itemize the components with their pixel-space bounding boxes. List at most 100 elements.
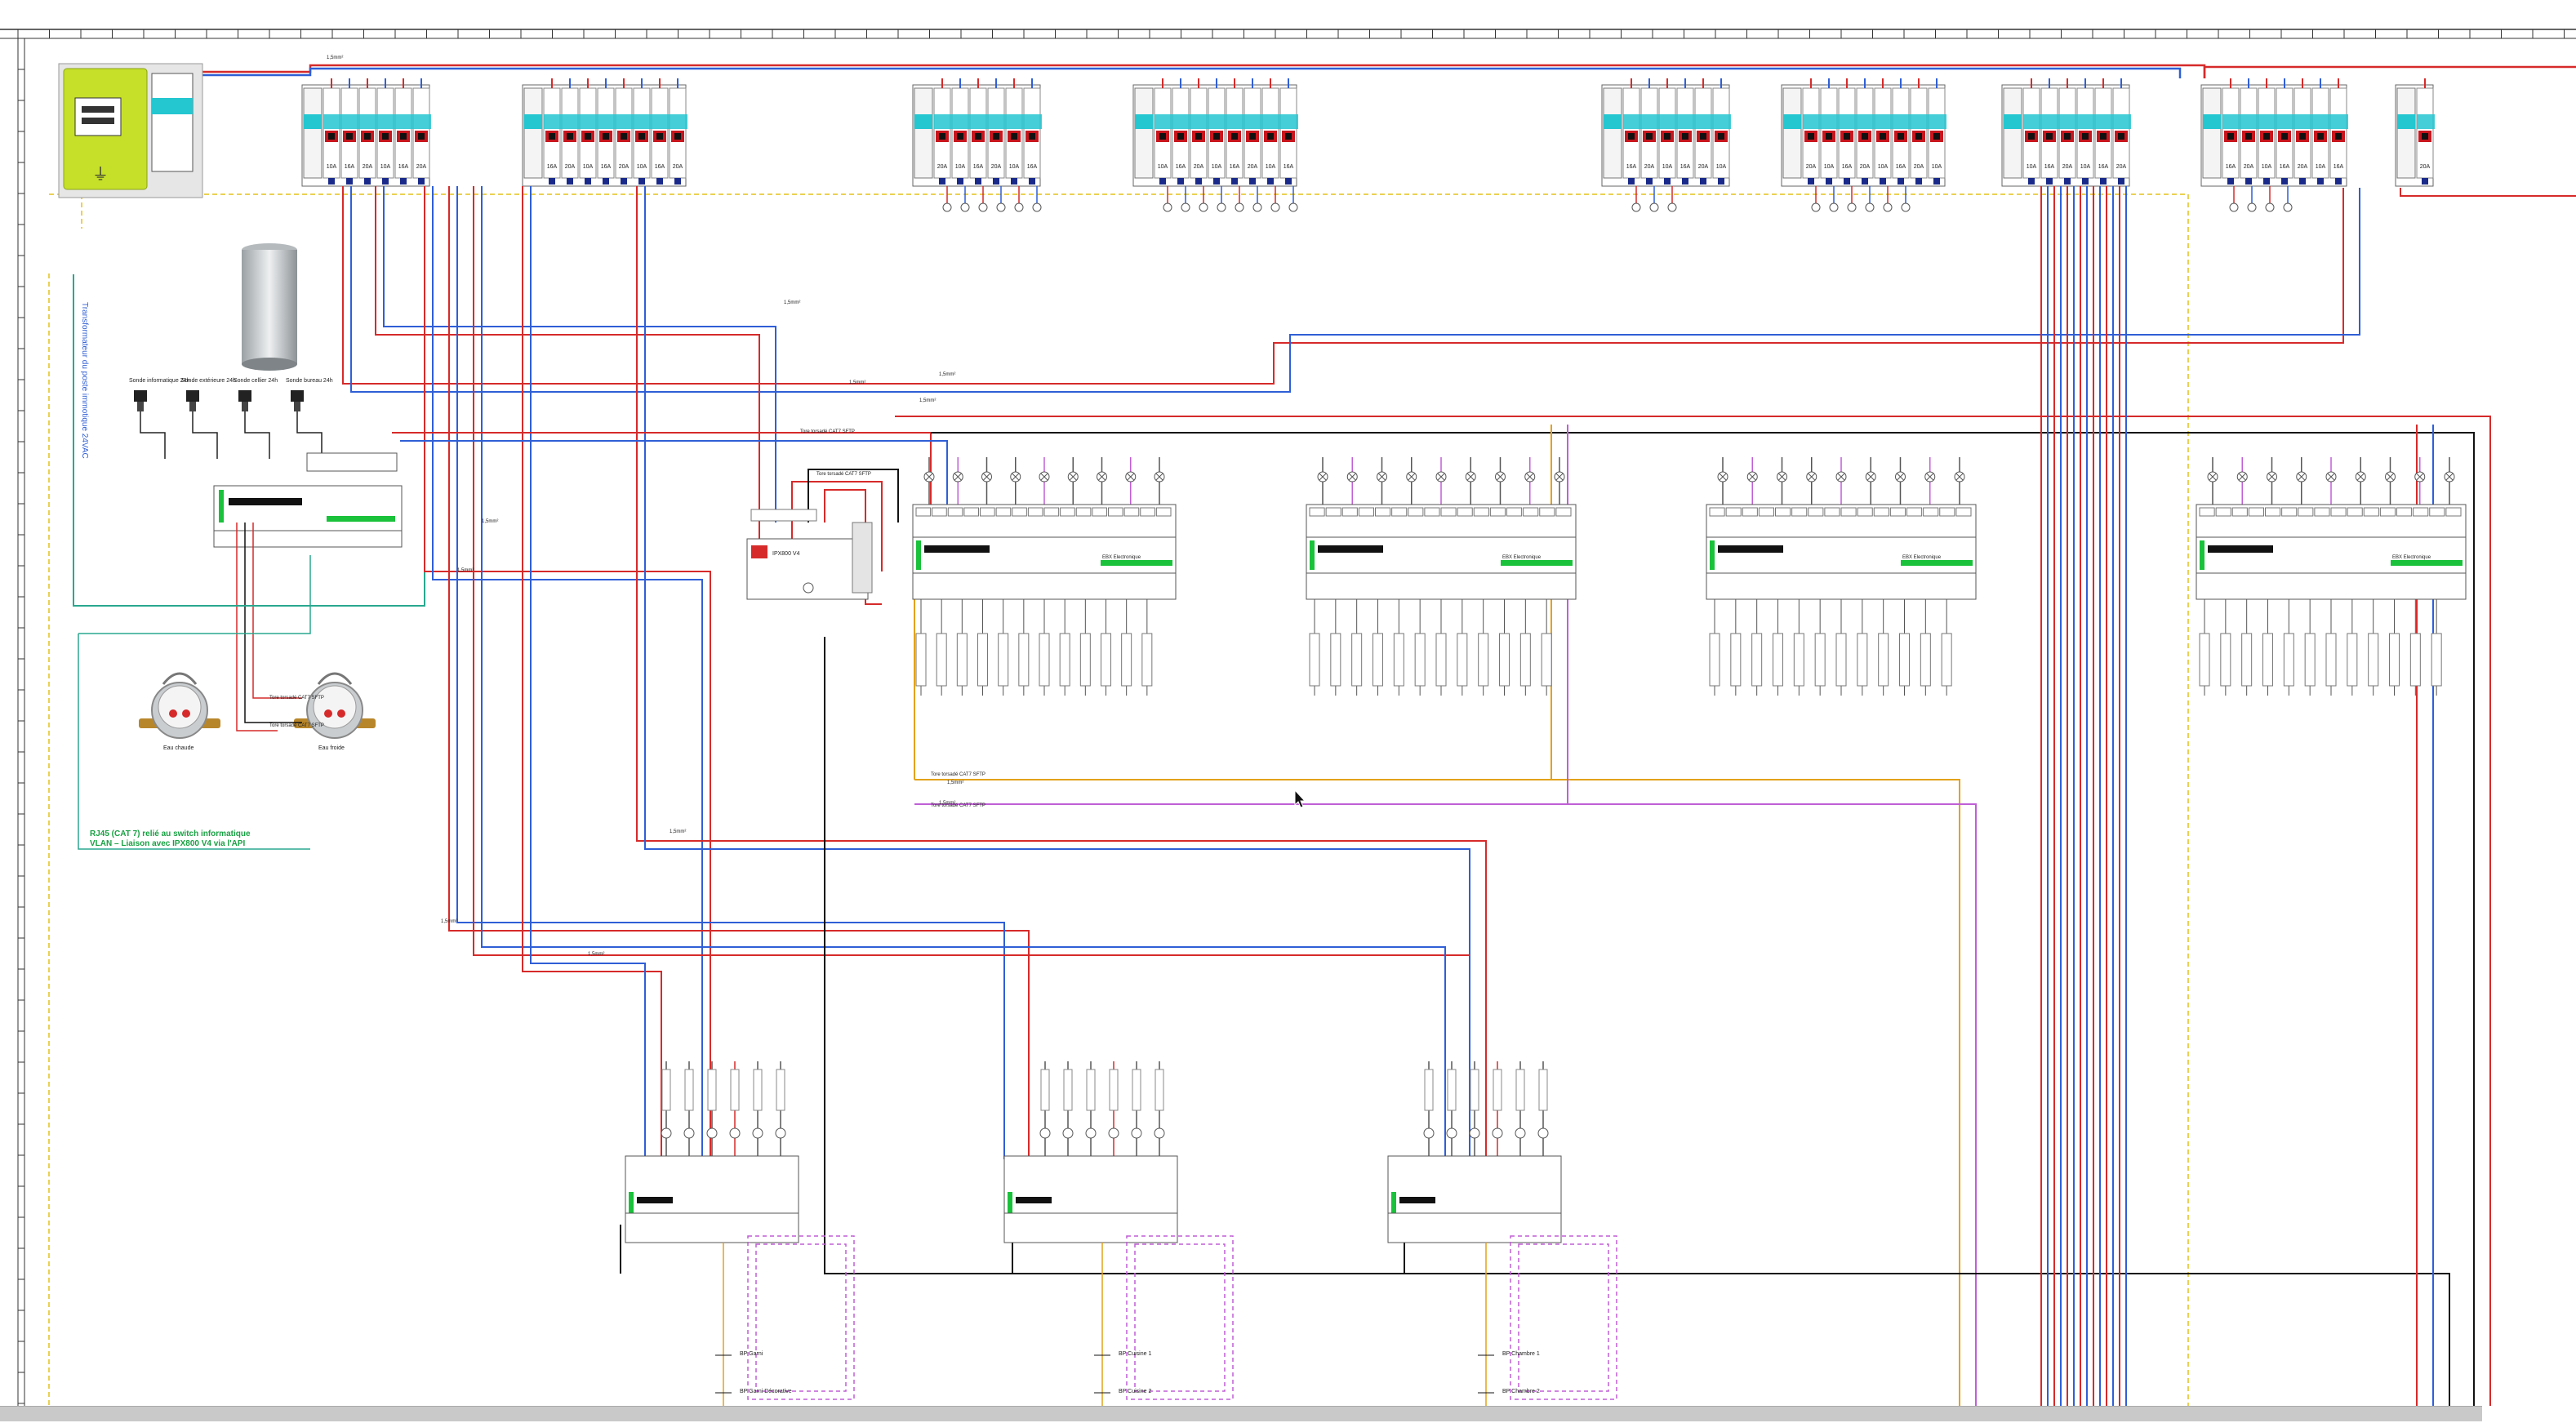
breaker-terminal — [638, 178, 645, 185]
terminal — [980, 507, 995, 517]
terminal — [1955, 507, 1972, 517]
display — [1399, 1197, 1435, 1203]
output-label — [2347, 633, 2358, 687]
label-strip — [1493, 1069, 1502, 1111]
breaker-handle — [1011, 133, 1017, 140]
output-label — [2283, 633, 2294, 687]
load-symbol — [1199, 202, 1208, 212]
breaker-rating: 16A — [973, 164, 984, 170]
room-label: BP Chambre 2 — [1502, 1389, 1540, 1394]
breaker-rating: 16A — [1230, 164, 1240, 170]
output-label — [1309, 633, 1320, 687]
breaker-terminal — [1285, 178, 1292, 185]
terminal — [1424, 507, 1440, 517]
breaker-handle — [1718, 133, 1724, 140]
breaker-handle — [382, 133, 389, 140]
output-label — [1793, 633, 1804, 687]
wire-label: 1,5mm² — [849, 380, 865, 385]
breaker-terminal — [1700, 178, 1706, 185]
terminal — [1506, 507, 1523, 517]
breaker-handle — [2422, 133, 2428, 140]
label-strip — [1538, 1069, 1548, 1111]
ipx800-terminals — [750, 509, 817, 522]
label-strip — [1040, 1069, 1050, 1111]
breaker-handle — [567, 133, 573, 140]
output-label — [2262, 633, 2273, 687]
meter-gauge — [324, 709, 332, 718]
terminal — [1092, 507, 1107, 517]
output-label — [1920, 633, 1931, 687]
breaker-rating: 10A — [2080, 164, 2091, 170]
horizontal-scrollbar[interactable] — [0, 1406, 2482, 1421]
wiring-diagram[interactable]: ⏚ 10A 16A 20A 10A 16A 20A 16A 20A 10A 16A 20A 10A 16… — [0, 0, 2576, 1406]
terminal — [2363, 507, 2379, 517]
schematic-sheet[interactable]: ⏚ 10A 16A 20A 10A 16A 20A 16A 20A 10A 16A 20A 10A 16… — [0, 0, 2576, 1423]
terminal — [932, 507, 947, 517]
breaker-terminal — [2281, 178, 2288, 185]
display — [1016, 1197, 1052, 1203]
load-symbol — [942, 202, 952, 212]
breaker-rating: 16A — [1027, 164, 1038, 170]
label-strip — [1447, 1069, 1457, 1111]
sensor-body — [186, 390, 199, 402]
main-breaker-label — [2203, 114, 2221, 129]
output-label — [2304, 633, 2316, 687]
load-symbol — [960, 202, 970, 212]
module-bottom — [912, 572, 1177, 600]
breaker-rating: 20A — [2244, 164, 2254, 170]
breaker-rating: 20A — [1806, 164, 1817, 170]
main-breaker — [914, 87, 933, 179]
output-label — [1478, 633, 1489, 687]
wire-label: 1,5mm² — [947, 780, 963, 785]
breaker-rating: 10A — [2316, 164, 2326, 170]
breaker-terminal — [1628, 178, 1635, 185]
load-symbol — [1631, 202, 1641, 212]
breaker-rating: 20A — [1194, 164, 1204, 170]
bus-label: EBX Electronique — [1502, 555, 1542, 560]
breaker-handle — [1285, 133, 1292, 140]
breaker-rating: 20A — [673, 164, 683, 170]
wire-label: 1,5mm² — [457, 568, 474, 573]
terminal — [2265, 507, 2281, 517]
output-label — [956, 633, 968, 687]
dimmer-body — [1003, 1155, 1178, 1214]
breaker-rating: 16A — [2226, 164, 2236, 170]
output-label — [915, 633, 927, 687]
breaker-rating: 16A — [1842, 164, 1853, 170]
load-symbol — [1163, 202, 1172, 212]
panel-band — [2222, 114, 2348, 129]
label-strip — [730, 1069, 740, 1111]
main-breaker-label — [914, 114, 932, 129]
breaker-rating: 20A — [1698, 164, 1709, 170]
terminal — [1555, 507, 1572, 517]
breaker-terminal — [1915, 178, 1922, 185]
breaker-handle — [603, 133, 609, 140]
output-label — [1457, 633, 1468, 687]
meter-gauge — [169, 709, 177, 718]
breaker-terminal — [603, 178, 609, 185]
breaker-handle — [993, 133, 999, 140]
breaker-terminal — [418, 178, 425, 185]
display — [2208, 545, 2273, 553]
terminal — [2330, 507, 2347, 517]
breaker-rating: 16A — [1896, 164, 1906, 170]
bus-label: EBX Electronique — [1102, 555, 1141, 560]
breaker-rating: 16A — [2334, 164, 2344, 170]
load-symbol — [2283, 202, 2293, 212]
breaker-rating: 20A — [1644, 164, 1655, 170]
sensor-label: Sonde extérieure 24h — [181, 378, 236, 384]
breaker-terminal — [2335, 178, 2342, 185]
breaker-panel: 16A 20A 10A 16A 20A 10A — [1601, 78, 1731, 187]
breaker-terminal — [1646, 178, 1653, 185]
breaker-handle — [1029, 133, 1035, 140]
breaker-rating: 20A — [2062, 164, 2073, 170]
breaker-terminal — [400, 178, 407, 185]
breaker-handle — [1826, 133, 1832, 140]
bus-bar — [1901, 560, 1973, 566]
breaker-terminal — [1267, 178, 1274, 185]
terminal — [2379, 507, 2396, 517]
breaker-terminal — [2422, 178, 2428, 185]
breaker-rating: 20A — [565, 164, 576, 170]
breaker-terminal — [993, 178, 999, 185]
breaker-handle — [2064, 133, 2071, 140]
